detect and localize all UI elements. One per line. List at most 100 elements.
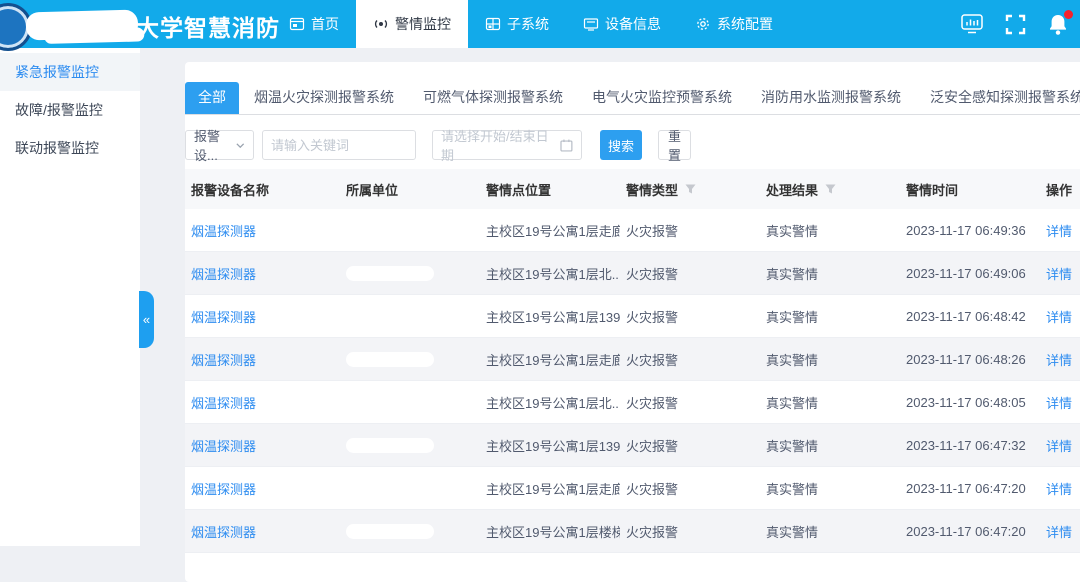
- unit-redaction-blob: [346, 438, 434, 453]
- actions-cell: 详情 处理: [1040, 350, 1080, 369]
- detail-link[interactable]: 详情: [1046, 393, 1072, 412]
- bell-icon[interactable]: [1046, 12, 1070, 36]
- nav-item-device-info[interactable]: 设备信息: [566, 0, 678, 48]
- search-button[interactable]: 搜索: [600, 130, 642, 160]
- sidebar-item-linkage-alarm[interactable]: 联动报警监控: [0, 129, 140, 167]
- actions-cell: 详情 处理: [1040, 479, 1080, 498]
- table-row: 烟温探测器 主校区19号公寓1层走廊4 火灾报警 真实警情 2023-11-17…: [185, 209, 1080, 252]
- filter-funnel-icon[interactable]: [825, 184, 836, 194]
- date-range-input[interactable]: 请选择开始/结束日期: [432, 130, 582, 160]
- filter-funnel-icon[interactable]: [685, 184, 696, 194]
- detail-link[interactable]: 详情: [1046, 221, 1072, 240]
- table-header-row: 报警设备名称 所属单位 警情点位置 警情类型 处理结果 警情时间 操作: [185, 169, 1080, 209]
- detail-link[interactable]: 详情: [1046, 350, 1072, 369]
- actions-cell: 详情 处理: [1040, 264, 1080, 283]
- main-nav: 首页 警情监控 子系统: [272, 0, 790, 48]
- alarm-type-cell: 火灾报警: [620, 221, 760, 240]
- time-cell: 2023-11-17 06:48:42: [900, 309, 1040, 324]
- unit-cell: [340, 524, 480, 539]
- actions-cell: 详情 处理: [1040, 522, 1080, 541]
- top-navbar: 大学智慧消防 首页 警情监控: [0, 0, 1080, 48]
- location-cell: 主校区19号公寓1层走廊4: [480, 479, 620, 498]
- unit-cell: [340, 309, 480, 324]
- device-name-link[interactable]: 烟温探测器: [191, 522, 256, 541]
- result-cell: 真实警情: [760, 393, 900, 412]
- detail-link[interactable]: 详情: [1046, 264, 1072, 283]
- tab-electrical-fire[interactable]: 电气火灾监控预警系统: [592, 82, 732, 114]
- data-screen-icon[interactable]: [960, 12, 984, 36]
- notification-dot: [1064, 10, 1073, 19]
- unit-redaction-blob: [346, 481, 434, 496]
- nav-item-label: 首页: [311, 14, 339, 34]
- alarm-type-cell: 火灾报警: [620, 393, 760, 412]
- reset-button[interactable]: 重置: [658, 130, 691, 160]
- table-row: 烟温探测器 主校区19号公寓1层走廊4 火灾报警 真实警情 2023-11-17…: [185, 338, 1080, 381]
- device-name-link[interactable]: 烟温探测器: [191, 393, 256, 412]
- detail-link[interactable]: 详情: [1046, 479, 1072, 498]
- detail-link[interactable]: 详情: [1046, 436, 1072, 455]
- sidebar-item-fault-alarm[interactable]: 故障/报警监控: [0, 91, 140, 129]
- device-name-link[interactable]: 烟温探测器: [191, 307, 256, 326]
- nav-item-label: 子系统: [507, 14, 549, 34]
- result-cell: 真实警情: [760, 436, 900, 455]
- device-cell: 烟温探测器: [185, 350, 340, 369]
- nav-item-subsystem[interactable]: 子系统: [468, 0, 566, 48]
- keyword-input[interactable]: [262, 130, 416, 160]
- alarm-type-select[interactable]: 报警设...: [185, 130, 254, 160]
- col-unit: 所属单位: [340, 180, 480, 199]
- location-cell: 主校区19号公寓1层139: [480, 436, 620, 455]
- col-result: 处理结果: [760, 180, 900, 199]
- device-name-link[interactable]: 烟温探测器: [191, 264, 256, 283]
- collapse-chevrons-icon: «: [143, 312, 150, 327]
- tab-fire-water[interactable]: 消防用水监测报警系统: [761, 82, 901, 114]
- result-cell: 真实警情: [760, 522, 900, 541]
- alarm-type-cell: 火灾报警: [620, 350, 760, 369]
- app-title: 大学智慧消防: [136, 9, 280, 43]
- device-name-link[interactable]: 烟温探测器: [191, 479, 256, 498]
- device-info-icon: [583, 16, 599, 32]
- content-card: 全部 烟温火灾探测报警系统 可燃气体探测报警系统 电气火灾监控预警系统 消防用水…: [185, 62, 1080, 582]
- subsystem-icon: [485, 16, 501, 32]
- tab-smoke-temp-fire[interactable]: 烟温火灾探测报警系统: [254, 82, 394, 114]
- nav-item-alarm-monitor[interactable]: 警情监控: [356, 0, 468, 48]
- location-cell: 主校区19号公寓1层北...: [480, 264, 620, 283]
- time-cell: 2023-11-17 06:49:36: [900, 223, 1040, 238]
- sidebar-item-label: 故障/报警监控: [15, 102, 103, 118]
- location-cell: 主校区19号公寓1层楼梯3: [480, 522, 620, 541]
- fullscreen-icon[interactable]: [1003, 12, 1027, 36]
- location-cell: 主校区19号公寓1层走廊4: [480, 350, 620, 369]
- alarm-type-cell: 火灾报警: [620, 522, 760, 541]
- table-row: 烟温探测器 主校区19号公寓1层走廊4 火灾报警 真实警情 2023-11-17…: [185, 467, 1080, 510]
- filter-bar: 报警设... 请选择开始/结束日期 搜索 重置: [185, 130, 1080, 160]
- sidebar-item-emergency-alarm[interactable]: 紧急报警监控: [0, 53, 140, 91]
- nav-item-label: 设备信息: [605, 14, 661, 34]
- result-cell: 真实警情: [760, 221, 900, 240]
- tab-combustible-gas[interactable]: 可燃气体探测报警系统: [423, 82, 563, 114]
- device-cell: 烟温探测器: [185, 522, 340, 541]
- nav-item-system-config[interactable]: 系统配置: [678, 0, 790, 48]
- tab-all[interactable]: 全部: [185, 82, 239, 114]
- table-row: 烟温探测器 主校区19号公寓1层楼梯3 火灾报警 真实警情 2023-11-17…: [185, 510, 1080, 553]
- actions-cell: 详情 处理: [1040, 221, 1080, 240]
- nav-item-home[interactable]: 首页: [272, 0, 356, 48]
- alarm-type-cell: 火灾报警: [620, 479, 760, 498]
- detail-link[interactable]: 详情: [1046, 307, 1072, 326]
- left-sidebar: 紧急报警监控 故障/报警监控 联动报警监控: [0, 48, 140, 546]
- device-name-link[interactable]: 烟温探测器: [191, 436, 256, 455]
- nav-item-label: 系统配置: [717, 14, 773, 34]
- detail-link[interactable]: 详情: [1046, 522, 1072, 541]
- device-cell: 烟温探测器: [185, 479, 340, 498]
- device-name-link[interactable]: 烟温探测器: [191, 221, 256, 240]
- calendar-icon: [560, 139, 573, 152]
- alarm-table: 报警设备名称 所属单位 警情点位置 警情类型 处理结果 警情时间 操作 烟温探测…: [185, 169, 1080, 553]
- chevron-down-icon: [236, 142, 245, 149]
- sidebar-item-label: 紧急报警监控: [15, 64, 99, 80]
- table-row: 烟温探测器 主校区19号公寓1层139 火灾报警 真实警情 2023-11-17…: [185, 295, 1080, 338]
- device-name-link[interactable]: 烟温探测器: [191, 350, 256, 369]
- actions-cell: 详情 处理: [1040, 436, 1080, 455]
- actions-cell: 详情 处理: [1040, 393, 1080, 412]
- tab-pan-security[interactable]: 泛安全感知探测报警系统: [930, 82, 1080, 114]
- col-time: 警情时间: [900, 180, 1040, 199]
- sidebar-collapse-button[interactable]: «: [139, 291, 154, 348]
- col-device-name: 报警设备名称: [185, 180, 340, 199]
